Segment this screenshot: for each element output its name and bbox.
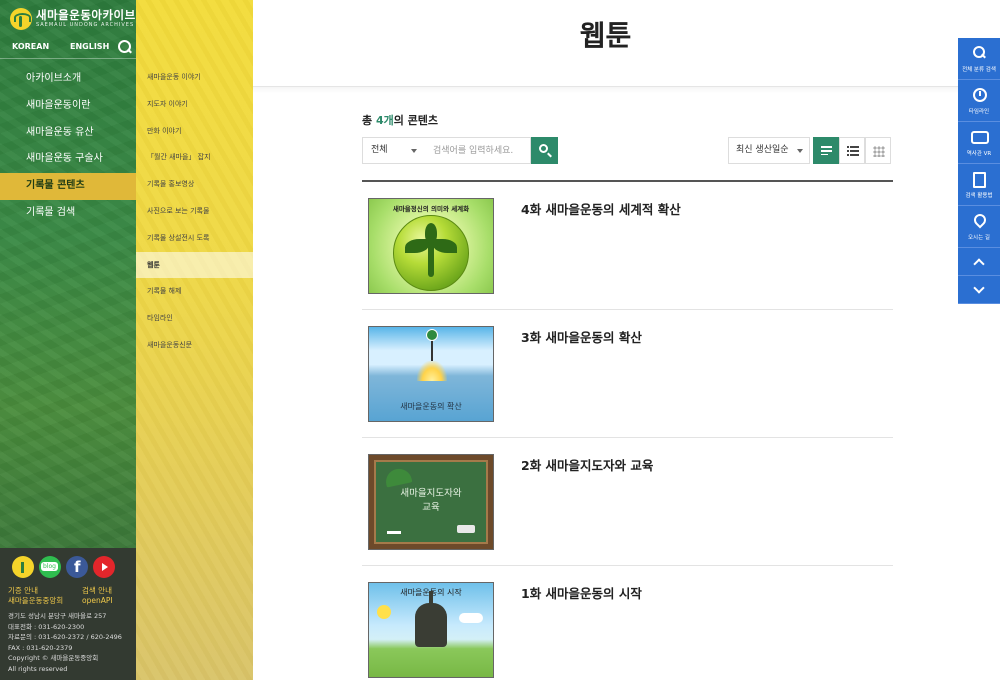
lang-korean-link[interactable]: KOREAN xyxy=(12,42,49,51)
subnav-item-newspaper[interactable]: 새마을운동신문 xyxy=(136,332,253,359)
left-nav: 새마을운동아카이브 SAEMAUL UNDONG ARCHIVES KOREAN… xyxy=(0,0,136,680)
item-title[interactable]: 1화 새마을운동의 시작 xyxy=(521,583,642,602)
chevron-down-icon xyxy=(974,286,984,294)
chevron-down-icon xyxy=(797,149,803,153)
main-content: 웹툰 총 4개의 콘텐츠 전체 최신 생산일순 새마을정신의 의미와 세계화 4… xyxy=(253,0,958,680)
quick-search-button[interactable]: 전체 분류 검색 xyxy=(958,38,1000,80)
nav-item-records-search[interactable]: 기록물 검색 xyxy=(0,200,136,227)
list-view-button[interactable] xyxy=(839,137,865,164)
lang-english-link[interactable]: ENGLISH xyxy=(70,42,109,51)
list-icon xyxy=(847,146,859,156)
sub-nav: 새마을운동 이야기 지도자 이야기 만화 이야기 「월간 새마을」 잡지 기록물… xyxy=(136,0,253,680)
vr-headset-icon xyxy=(971,130,989,144)
thumbnail-episode-2[interactable]: 새마을지도자와 교육 xyxy=(368,454,494,550)
chevron-down-icon xyxy=(411,149,417,153)
nav-item-archive-intro[interactable]: 아카이브소개 xyxy=(0,66,136,93)
item-title[interactable]: 3화 새마을운동의 확산 xyxy=(521,327,642,346)
footer-box: 기증 안내 새마을운동중앙회 검색 안내 openAPI 경기도 성남시 분당구… xyxy=(0,548,136,680)
site-logo[interactable]: 새마을운동아카이브 SAEMAUL UNDONG ARCHIVES xyxy=(10,8,136,30)
subnav-item-timeline[interactable]: 타임라인 xyxy=(136,305,253,332)
thumbnail-episode-3[interactable]: 새마을운동의 확산 xyxy=(368,326,494,422)
subnav-item-promo-video[interactable]: 기록물 홍보영상 xyxy=(136,171,253,198)
sub-nav-list: 새마을운동 이야기 지도자 이야기 만화 이야기 「월간 새마을」 잡지 기록물… xyxy=(136,64,253,359)
blog-icon[interactable] xyxy=(39,556,61,578)
main-nav: 아카이브소개 새마을운동이란 새마을운동 유산 새마을운동 구술사 기록물 콘텐… xyxy=(0,66,136,227)
quick-timeline-button[interactable]: 타임라인 xyxy=(958,80,1000,122)
list-item[interactable]: 새마을운동의 확산 3화 새마을운동의 확산 xyxy=(362,310,893,438)
subnav-item-monthly-magazine[interactable]: 「월간 새마을」 잡지 xyxy=(136,144,253,171)
youtube-icon[interactable] xyxy=(93,556,115,578)
page-title: 웹툰 xyxy=(579,19,632,52)
subnav-item-webtoon[interactable]: 웹툰 xyxy=(136,251,253,279)
sort-select[interactable]: 최신 생산일순 xyxy=(728,137,810,164)
search-icon xyxy=(539,144,548,153)
subnav-item-saemaul-story[interactable]: 새마을운동 이야기 xyxy=(136,64,253,91)
facebook-icon[interactable] xyxy=(66,556,88,578)
logo-sprout-icon xyxy=(10,8,32,30)
location-pin-icon xyxy=(973,214,985,228)
item-title[interactable]: 4화 새마을운동의 세계적 확산 xyxy=(521,199,681,218)
subnav-item-leader-story[interactable]: 지도자 이야기 xyxy=(136,91,253,118)
quick-vr-button[interactable]: 역사관 VR xyxy=(958,122,1000,164)
search-button[interactable] xyxy=(531,137,558,164)
subnav-item-exhibition-catalog[interactable]: 기록물 상설전시 도록 xyxy=(136,225,253,252)
sort-order-button[interactable] xyxy=(813,137,839,164)
nav-item-about-saemaul[interactable]: 새마을운동이란 xyxy=(0,93,136,120)
search-guide-link[interactable]: 검색 안내 xyxy=(82,586,113,596)
sort-lines-icon xyxy=(821,146,832,155)
donation-guide-link[interactable]: 기증 안내 xyxy=(8,586,63,596)
search-icon xyxy=(973,46,985,60)
list-item[interactable]: 새마을정신의 의미와 세계화 4화 새마을운동의 세계적 확산 xyxy=(362,182,893,310)
subnav-item-records-commentary[interactable]: 기록물 해제 xyxy=(136,278,253,305)
document-icon xyxy=(973,172,986,188)
chevron-up-icon xyxy=(974,258,984,266)
sns-links xyxy=(12,556,115,578)
subnav-item-comic-story[interactable]: 만화 이야기 xyxy=(136,118,253,145)
nav-item-heritage[interactable]: 새마을운동 유산 xyxy=(0,120,136,147)
central-council-link[interactable]: 새마을운동중앙회 xyxy=(8,596,63,606)
search-icon[interactable] xyxy=(118,40,132,54)
logo-title: 새마을운동아카이브 xyxy=(36,8,136,22)
openapi-link[interactable]: openAPI xyxy=(82,596,113,606)
scroll-up-button[interactable] xyxy=(958,248,1000,276)
subnav-item-photo-records[interactable]: 사진으로 보는 기록물 xyxy=(136,198,253,225)
bell-icon xyxy=(415,591,447,647)
list-item[interactable]: 새마을운동의 시작 1화 새마을운동의 시작 xyxy=(362,566,893,680)
saemaul-icon[interactable] xyxy=(12,556,34,578)
clock-icon xyxy=(973,88,987,102)
footer-address: 경기도 성남시 분당구 새마을로 257 대표전화 : 031-620-2300… xyxy=(8,612,122,673)
thumbnail-episode-4[interactable]: 새마을정신의 의미와 세계화 xyxy=(368,198,494,294)
search-input[interactable] xyxy=(425,137,531,164)
list-item[interactable]: 새마을지도자와 교육 2화 새마을지도자와 교육 xyxy=(362,438,893,566)
content-count: 총 4개의 콘텐츠 xyxy=(362,114,439,127)
quick-guide-button[interactable]: 검색 활용법 xyxy=(958,164,1000,206)
grid-view-button[interactable] xyxy=(865,137,891,164)
nav-item-records-content[interactable]: 기록물 콘텐츠 xyxy=(0,173,136,200)
grid-icon xyxy=(873,146,885,157)
quick-menu: 전체 분류 검색 타임라인 역사관 VR 검색 활용법 오시는 길 xyxy=(958,38,1000,304)
nav-item-oral-history[interactable]: 새마을운동 구술사 xyxy=(0,146,136,173)
item-title[interactable]: 2화 새마을지도자와 교육 xyxy=(521,455,653,474)
logo-subtitle: SAEMAUL UNDONG ARCHIVES xyxy=(36,22,135,28)
sun-icon xyxy=(377,605,391,619)
scroll-down-button[interactable] xyxy=(958,276,1000,304)
quick-directions-button[interactable]: 오시는 길 xyxy=(958,206,1000,248)
lamp-icon xyxy=(426,329,438,341)
divider xyxy=(0,58,136,59)
thumbnail-episode-1[interactable]: 새마을운동의 시작 xyxy=(368,582,494,678)
category-select[interactable]: 전체 xyxy=(362,137,426,164)
